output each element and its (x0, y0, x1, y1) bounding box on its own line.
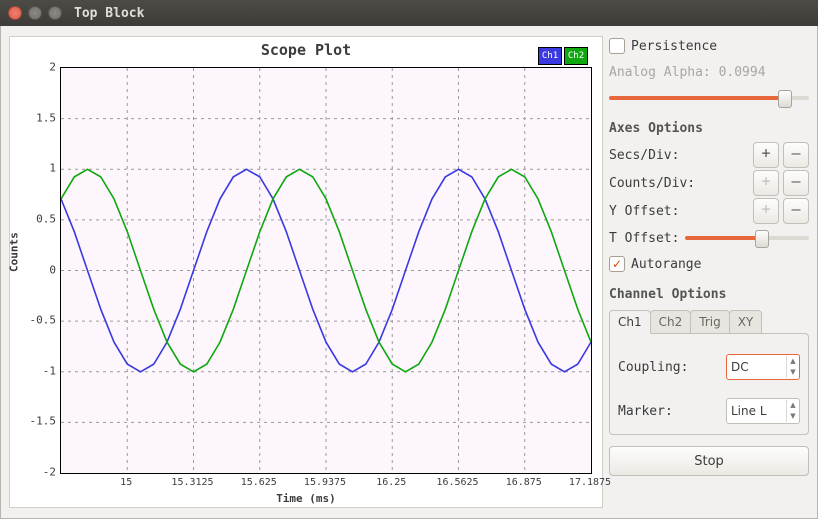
secs-div-plus-button[interactable]: + (753, 142, 779, 168)
analog-alpha-label: Analog Alpha: (609, 65, 711, 80)
plot-canvas (61, 68, 591, 473)
y-tick: 1.5 (16, 111, 56, 124)
tab-trig[interactable]: Trig (690, 310, 729, 334)
counts-div-plus-button[interactable]: + (753, 170, 779, 196)
x-tick: 15.9375 (295, 477, 355, 488)
autorange-checkbox[interactable] (609, 256, 625, 272)
coupling-label: Coupling: (618, 360, 726, 375)
y-tick: 0 (16, 263, 56, 276)
legend-ch2: Ch2 (564, 47, 588, 65)
marker-value: Line L (727, 404, 786, 418)
t-offset-row: T Offset: (609, 226, 809, 250)
legend-ch1: Ch1 (538, 47, 562, 65)
channel-tabs: Ch1 Ch2 Trig XY (609, 310, 809, 334)
analog-alpha-label-row: Analog Alpha: 0.0994 (609, 60, 809, 84)
tab-xy[interactable]: XY (729, 310, 763, 334)
t-offset-slider[interactable] (685, 231, 809, 245)
persistence-checkbox[interactable] (609, 38, 625, 54)
analog-alpha-slider[interactable] (609, 91, 809, 105)
tab-ch2[interactable]: Ch2 (650, 310, 692, 334)
y-tick: 1 (16, 162, 56, 175)
autorange-row: Autorange (609, 252, 809, 276)
plot-area[interactable] (60, 67, 592, 474)
counts-div-minus-button[interactable]: – (783, 170, 809, 196)
window-close-button[interactable] (8, 6, 22, 20)
x-tick: 16.875 (494, 477, 554, 488)
x-tick: 15.625 (229, 477, 289, 488)
chevron-updown-icon: ▲▼ (786, 356, 799, 378)
analog-alpha-slider-row (609, 86, 809, 110)
y-tick: -0.5 (16, 314, 56, 327)
titlebar: Top Block (0, 0, 818, 26)
window-title: Top Block (74, 6, 144, 21)
stop-button-label: Stop (694, 454, 724, 469)
plot-legend: Ch1 Ch2 (538, 47, 588, 65)
marker-label: Marker: (618, 404, 726, 419)
plot-title: Scope Plot (10, 41, 602, 59)
stop-button[interactable]: Stop (609, 446, 809, 476)
x-tick: 16.25 (361, 477, 421, 488)
analog-alpha-value: 0.0994 (719, 65, 766, 80)
x-tick: 15 (96, 477, 156, 488)
y-axis-label: Counts (8, 232, 21, 272)
marker-select[interactable]: Line L ▲▼ (726, 398, 800, 424)
persistence-row: Persistence (609, 34, 809, 58)
y-tick: 0.5 (16, 212, 56, 225)
x-tick: 17.1875 (560, 477, 620, 488)
y-offset-label: Y Offset: (609, 204, 753, 219)
y-tick: -1 (16, 364, 56, 377)
y-offset-minus-button[interactable]: – (783, 198, 809, 224)
y-tick: -2 (16, 466, 56, 479)
y-tick: 2 (16, 61, 56, 74)
y-offset-row: Y Offset: + – (609, 198, 809, 224)
coupling-row: Coupling: DC ▲▼ (618, 354, 800, 380)
secs-div-row: Secs/Div: + – (609, 142, 809, 168)
window-maximize-button[interactable] (48, 6, 62, 20)
persistence-label: Persistence (631, 39, 717, 54)
x-tick: 15.3125 (163, 477, 223, 488)
autorange-label: Autorange (631, 257, 701, 272)
tab-ch1[interactable]: Ch1 (609, 310, 651, 334)
y-tick: -1.5 (16, 415, 56, 428)
scope-plot: Scope Plot Ch1 Ch2 -2 -1.5 -1 -0.5 0 0.5 1 1.5 2… (9, 36, 603, 508)
channel-tab-panel: Coupling: DC ▲▼ Marker: Line L ▲▼ (609, 333, 809, 435)
marker-row: Marker: Line L ▲▼ (618, 398, 800, 424)
window-minimize-button[interactable] (28, 6, 42, 20)
channel-options-header: Channel Options (609, 282, 809, 306)
coupling-select[interactable]: DC ▲▼ (726, 354, 800, 380)
side-panel: Persistence Analog Alpha: 0.0994 Axes Op… (609, 32, 809, 476)
counts-div-row: Counts/Div: + – (609, 170, 809, 196)
x-axis-label: Time (ms) (10, 492, 602, 505)
x-tick: 16.5625 (428, 477, 488, 488)
secs-div-label: Secs/Div: (609, 148, 753, 163)
secs-div-minus-button[interactable]: – (783, 142, 809, 168)
y-offset-plus-button[interactable]: + (753, 198, 779, 224)
client-area: Scope Plot Ch1 Ch2 -2 -1.5 -1 -0.5 0 0.5 1 1.5 2… (0, 26, 818, 519)
coupling-value: DC (727, 360, 786, 374)
counts-div-label: Counts/Div: (609, 176, 753, 191)
axes-options-header: Axes Options (609, 116, 809, 140)
t-offset-label: T Offset: (609, 231, 679, 246)
chevron-updown-icon: ▲▼ (786, 400, 799, 422)
